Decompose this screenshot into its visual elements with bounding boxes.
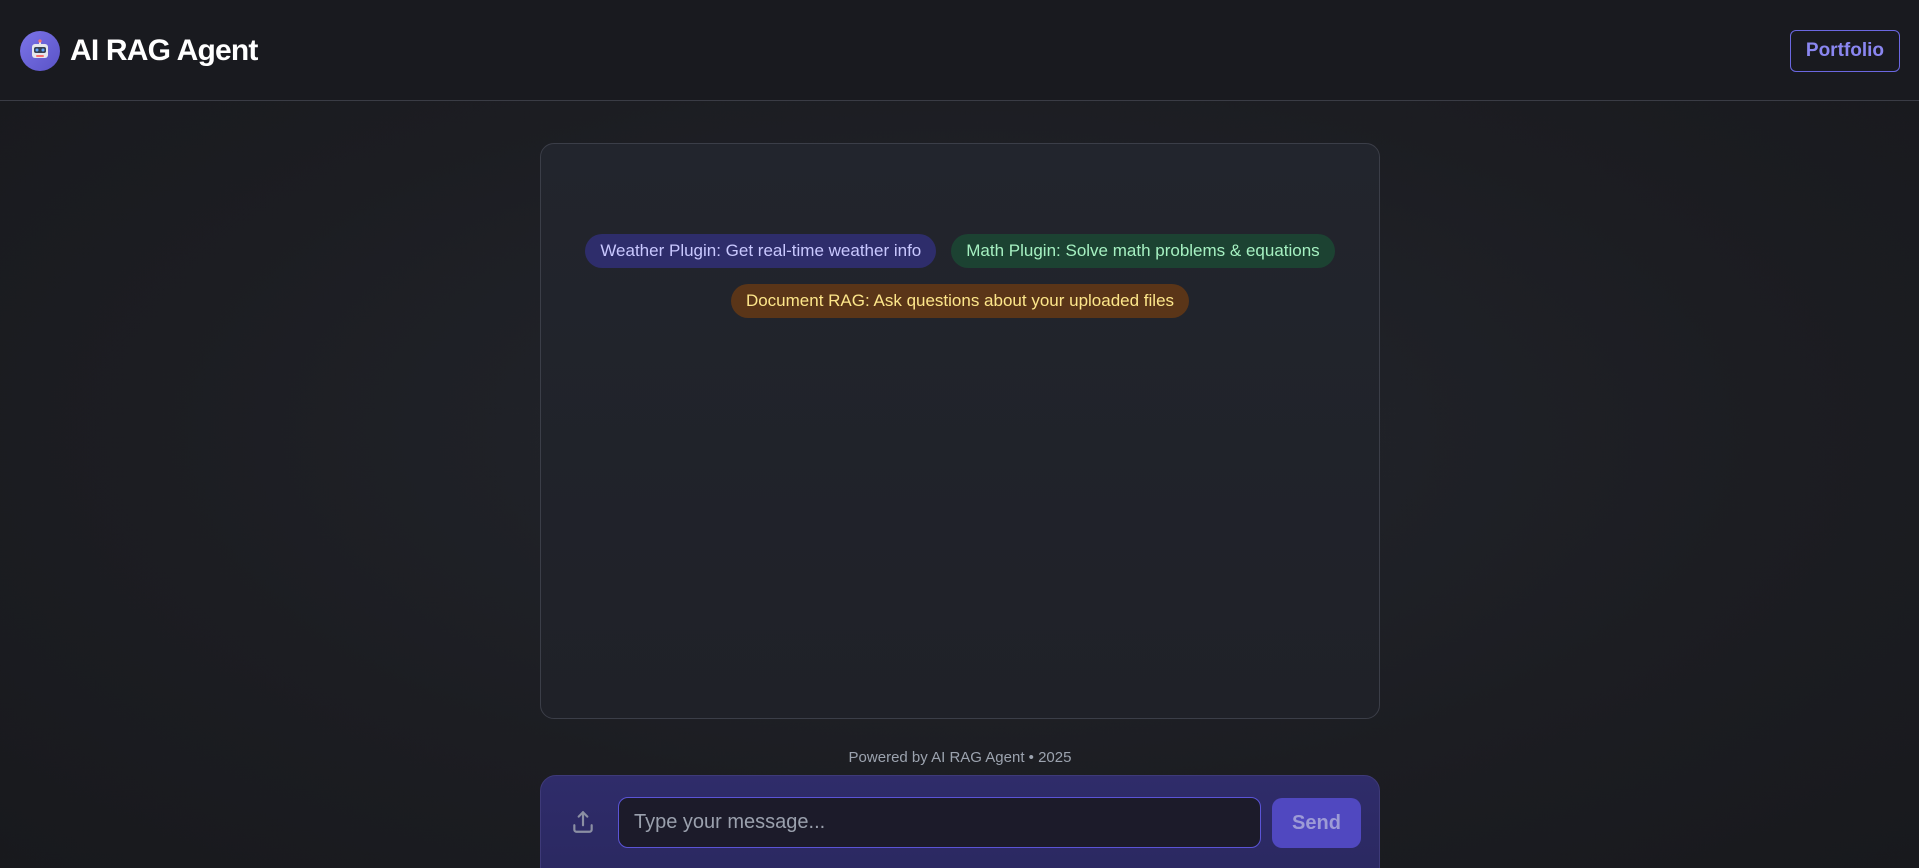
brand: AI RAG Agent [20, 31, 258, 71]
send-button[interactable]: Send [1272, 798, 1361, 848]
top-header: AI RAG Agent Portfolio [0, 0, 1919, 101]
app-title: AI RAG Agent [70, 34, 258, 67]
robot-icon [20, 31, 60, 71]
portfolio-button[interactable]: Portfolio [1789, 30, 1900, 72]
document-rag-chip: Document RAG: Ask questions about your u… [730, 284, 1190, 318]
message-input[interactable] [618, 797, 1261, 848]
chat-panel: Weather Plugin: Get real-time weather in… [540, 143, 1380, 719]
upload-icon[interactable] [567, 806, 599, 838]
weather-plugin-chip: Weather Plugin: Get real-time weather in… [585, 234, 937, 268]
plugin-chips: Weather Plugin: Get real-time weather in… [541, 234, 1379, 318]
message-composer: Send [540, 775, 1380, 868]
math-plugin-chip: Math Plugin: Solve math problems & equat… [951, 234, 1335, 268]
powered-by-text: Powered by AI RAG Agent • 2025 [848, 749, 1072, 766]
